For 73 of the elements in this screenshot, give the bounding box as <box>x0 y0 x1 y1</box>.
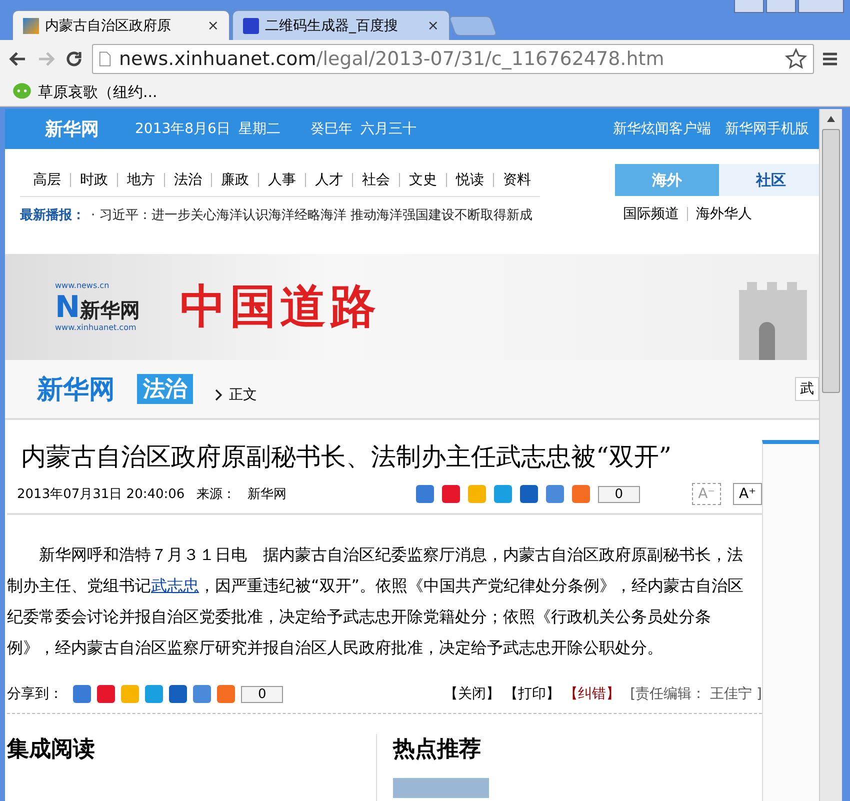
url-path: /legal/2013-07/31/c_116762478.htm <box>316 48 664 70</box>
chevron-icon <box>215 389 223 401</box>
channel-link[interactable]: 海外华人 <box>688 205 760 223</box>
search-box[interactable]: 武 <box>795 377 819 401</box>
channel-link[interactable]: 国际频道 <box>615 205 687 223</box>
article-title: 内蒙古自治区政府原副秘书长、法制办主任武志忠被“双开” <box>21 441 673 473</box>
header-date: 2013年8月6日 <box>135 120 230 138</box>
header-weekday: 星期二 <box>238 120 280 138</box>
source-label: 来源： <box>196 486 236 503</box>
page-icon <box>99 51 111 67</box>
share-label: 分享到： <box>7 685 63 703</box>
star-icon[interactable] <box>785 48 807 70</box>
share-icon[interactable] <box>169 685 187 703</box>
nav-link[interactable]: 悦读 <box>447 171 493 189</box>
banner-title: 中国道路 <box>180 278 380 335</box>
news-ticker-link[interactable]: · 习近平：进一步关心海洋认识海洋经略海洋 推动海洋强国建设不断取得新成 <box>91 206 532 224</box>
nav-link[interactable]: 文史 <box>400 171 446 189</box>
ticker-label: 最新播报： <box>20 206 85 224</box>
close-icon[interactable]: × <box>427 18 439 34</box>
share-icon[interactable] <box>572 485 590 503</box>
browser-tab[interactable]: 二维码生成器_百度搜 × <box>232 10 450 40</box>
nav-link[interactable]: 资料 <box>494 171 540 189</box>
share-count: 0 <box>598 486 640 502</box>
article-action-link[interactable]: 【打印】 <box>504 685 560 703</box>
share-count: 0 <box>241 686 284 702</box>
article-paragraph: 新华网呼和浩特７月３１日电 据内蒙古自治区纪委监察厅消息，内蒙古自治区政府原副秘书长，法制办主任、党组书记武志忠，因严重违纪被“双开”。依照《中国共产党纪律处分条例》，经内蒙古自治区纪委常委会讨论并报自治区党委批准，决定给予武志忠开除党籍处分；依照《行政机关公务员处分条例》，经内蒙古自治区监察厅研究并报自治区人民政府批准，决定给予武志忠开除公职处分。 <box>7 544 745 659</box>
scroll-up-icon[interactable] <box>826 115 836 123</box>
share-icon[interactable] <box>73 685 91 703</box>
address-bar[interactable]: news.xinhuanet.com/legal/2013-07/31/c_116762478.htm <box>92 44 814 74</box>
section-heading: 集成阅读 <box>7 737 95 762</box>
news-logo: www.news.cn N新华网 www.xinhuanet.com <box>55 282 140 332</box>
site-icon <box>243 18 259 34</box>
site-icon <box>23 18 39 34</box>
minimize-button[interactable] <box>734 0 764 13</box>
editor-credit: [责任编辑： 王佳宁 ] <box>630 685 762 703</box>
share-icon[interactable] <box>494 485 512 503</box>
close-window-button[interactable] <box>798 0 844 13</box>
lunar-date: 六月三十 <box>360 120 416 138</box>
scroll-thumb[interactable] <box>822 129 840 393</box>
close-icon[interactable]: × <box>207 18 219 34</box>
tab-title: 二维码生成器_百度搜 <box>265 16 399 34</box>
font-larger-button[interactable]: A⁺ <box>733 483 762 505</box>
breadcrumb-current: 正文 <box>229 386 257 404</box>
lunar-year: 癸巳年 <box>310 120 352 138</box>
person-link[interactable]: 武志忠 <box>151 576 199 595</box>
section-tab[interactable]: 社区 <box>719 164 819 196</box>
article-action-link[interactable]: 【关闭】 <box>444 685 500 703</box>
share-icon[interactable] <box>546 485 564 503</box>
nav-link[interactable]: 人事 <box>259 171 305 189</box>
menu-icon[interactable] <box>822 51 838 67</box>
url-host: news.xinhuanet.com <box>119 48 316 70</box>
share-icon[interactable] <box>520 485 538 503</box>
nav-link[interactable]: 人才 <box>306 171 352 189</box>
reload-icon[interactable] <box>64 49 84 69</box>
scrollbar[interactable] <box>819 109 842 801</box>
nav-link[interactable]: 社会 <box>353 171 399 189</box>
maximize-button[interactable] <box>766 0 796 13</box>
bookmark-link[interactable]: 草原哀歌（纽约... <box>38 82 158 102</box>
share-icon[interactable] <box>97 685 115 703</box>
browser-tab[interactable]: 内蒙古自治区政府原 × <box>12 10 230 40</box>
nav-link[interactable]: 法治 <box>165 171 211 189</box>
share-icon[interactable] <box>416 485 434 503</box>
publish-time: 2013年07月31日 20:40:06 <box>17 486 185 503</box>
share-icon[interactable] <box>442 485 460 503</box>
tab-title: 内蒙古自治区政府原 <box>45 16 172 34</box>
nav-link[interactable]: 廉政 <box>212 171 258 189</box>
nav-link[interactable]: 地方 <box>118 171 164 189</box>
section-heading: 热点推荐 <box>393 736 482 764</box>
nav-link[interactable]: 时政 <box>71 171 117 189</box>
nav-link[interactable]: 高层 <box>24 171 70 189</box>
source-name: 新华网 <box>248 486 287 503</box>
article-action-link[interactable]: 【纠错】 <box>564 685 620 703</box>
site-wordmark[interactable]: 新华网 <box>37 372 115 406</box>
